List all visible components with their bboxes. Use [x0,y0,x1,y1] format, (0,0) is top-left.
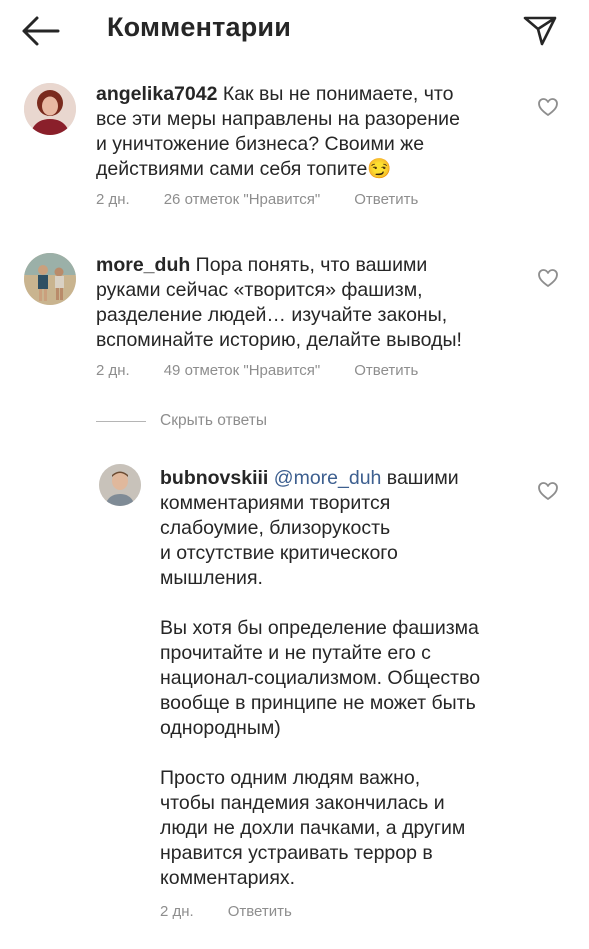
likes-count[interactable]: 26 отметок "Нравится" [164,191,321,208]
comment-time: 2 дн. [96,362,130,379]
comment-meta: 2 дн. Ответить [160,903,326,920]
share-button[interactable] [522,12,558,48]
page-title: Комментарии [107,12,292,42]
avatar-image [99,464,141,506]
reply-button[interactable]: Ответить [354,191,418,208]
avatar[interactable] [24,83,76,135]
paper-plane-icon [523,16,557,46]
heart-icon [538,269,558,287]
comment-username[interactable]: bubnovskiii [160,467,268,489]
like-button[interactable] [537,268,559,288]
arrow-left-icon [22,16,60,46]
comment-text: angelika7042 Как вы не понимаете, что все… [96,83,460,180]
comment-meta: 2 дн. 26 отметок "Нравится" Ответить [96,191,452,208]
likes-count[interactable]: 49 отметок "Нравится" [164,362,321,379]
header-bar: Комментарии [0,0,589,62]
comment-username[interactable]: angelika7042 [96,83,217,105]
reply-button[interactable]: Ответить [354,362,418,379]
comment-time: 2 дн. [96,191,130,208]
mention-link[interactable]: @more_duh [274,467,382,489]
comment-time: 2 дн. [160,903,194,920]
avatar-image [24,83,76,135]
like-button[interactable] [537,97,559,117]
avatar[interactable] [99,464,141,506]
comment-text: more_duh Пора понять, что вашими руками с… [96,254,462,351]
comment-meta: 2 дн. 49 отметок "Нравится" Ответить [96,362,452,379]
like-button[interactable] [537,481,559,501]
back-button[interactable] [20,14,60,48]
avatar[interactable] [24,253,76,305]
avatar-image [24,253,76,305]
heart-icon [538,482,558,500]
reply-text: bubnovskiii @more_duh вашими комментариям… [160,467,481,889]
reply-button[interactable]: Ответить [228,903,292,920]
heart-icon [538,98,558,116]
hide-replies-label[interactable]: Скрыть ответы [160,412,267,430]
comment-username[interactable]: more_duh [96,254,190,276]
divider-line [96,421,146,422]
